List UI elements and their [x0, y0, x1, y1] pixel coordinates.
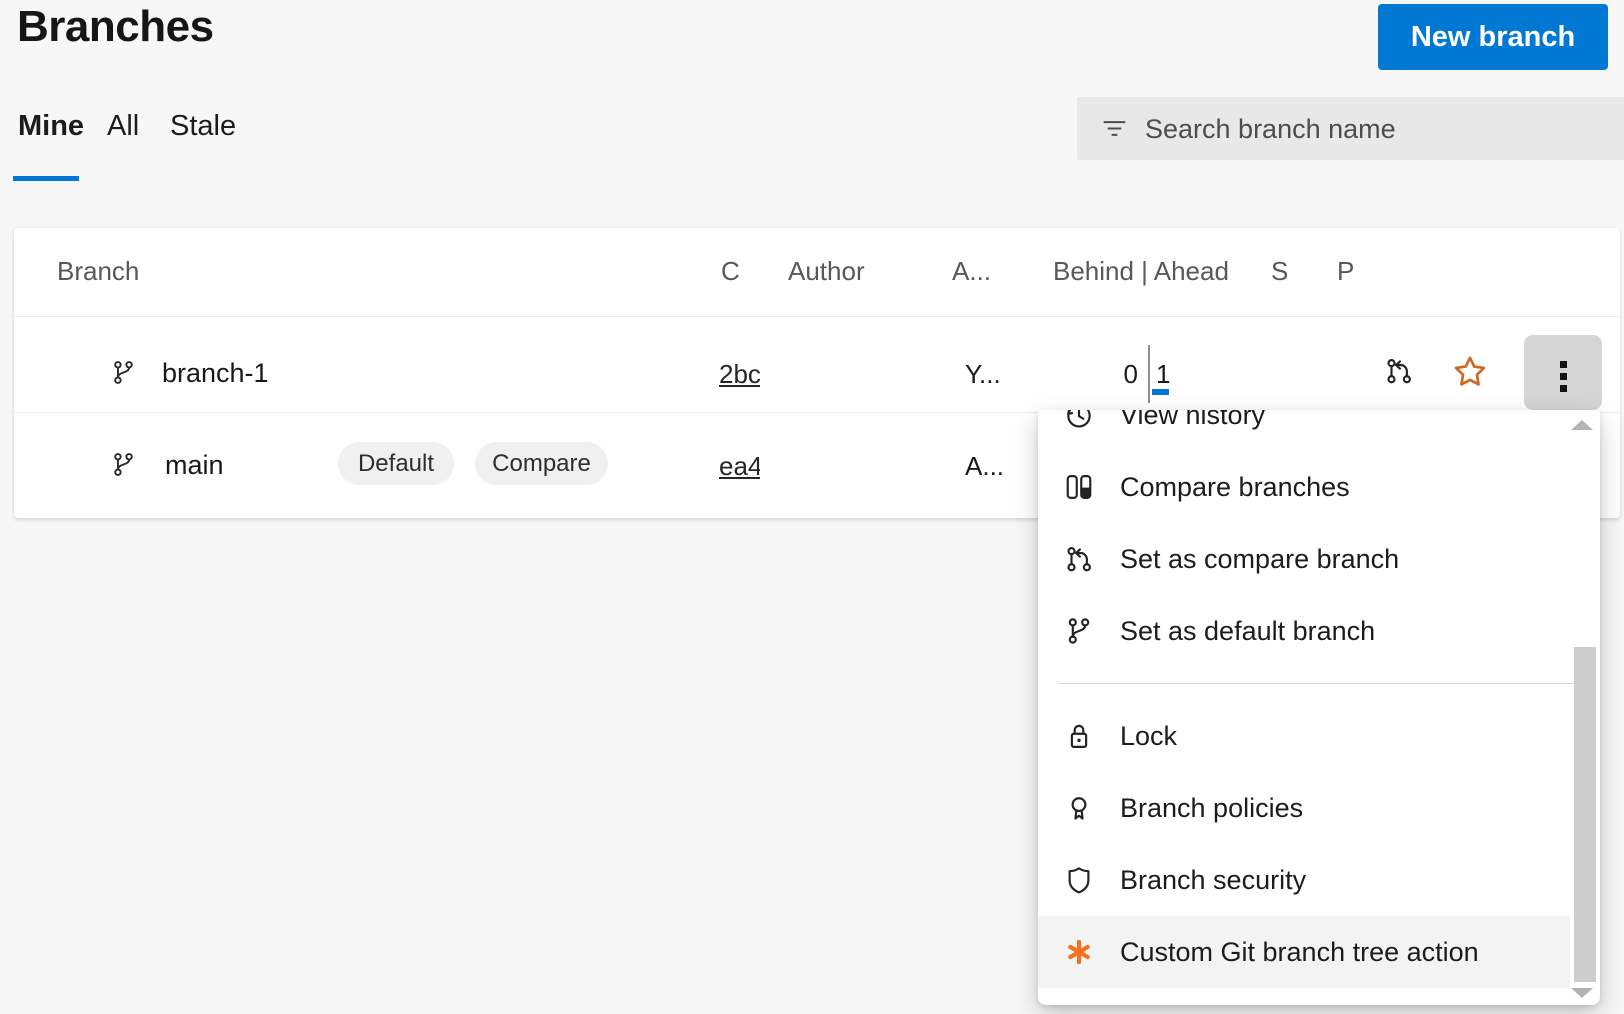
menu-item-label: Branch policies — [1120, 793, 1303, 824]
column-header-author: Author — [788, 256, 865, 287]
menu-item-custom-git-branch-tree-action[interactable]: Custom Git branch tree action — [1038, 916, 1570, 988]
tab-mine[interactable]: Mine — [18, 110, 84, 143]
branch-context-menu: View history Compare branches Set as com… — [1038, 410, 1600, 1005]
default-badge: Default — [338, 442, 454, 485]
menu-item-branch-policies[interactable]: Branch policies — [1038, 772, 1570, 844]
tab-stale[interactable]: Stale — [170, 110, 236, 143]
scroll-up-arrow[interactable] — [1571, 420, 1593, 430]
menu-scrollbar-thumb[interactable] — [1574, 647, 1596, 982]
asterisk-icon — [1064, 937, 1094, 967]
branch-search-box — [1077, 97, 1624, 160]
column-header-authored-date: A... — [952, 256, 991, 287]
new-branch-button[interactable]: New branch — [1378, 4, 1608, 70]
menu-item-lock[interactable]: Lock — [1038, 700, 1570, 772]
git-branch-icon — [110, 451, 137, 478]
header-divider — [14, 316, 1620, 317]
menu-item-branch-security[interactable]: Branch security — [1038, 844, 1570, 916]
menu-item-label: Set as compare branch — [1120, 544, 1399, 575]
search-input[interactable] — [1143, 97, 1607, 162]
ahead-bar — [1152, 389, 1169, 395]
git-branch-icon — [1064, 616, 1094, 646]
column-header-pull-request: P — [1337, 256, 1354, 287]
branch-name-link[interactable]: main — [165, 450, 224, 481]
branches-page: Branches New branch Mine All Stale Branc… — [0, 0, 1624, 1014]
compare-branches-icon — [1064, 472, 1094, 502]
menu-item-set-default-branch[interactable]: Set as default branch — [1038, 595, 1570, 667]
more-options-button[interactable] — [1524, 335, 1602, 410]
column-header-behind-ahead: Behind | Ahead — [1053, 256, 1229, 287]
favorite-star-icon[interactable] — [1452, 354, 1488, 390]
context-menu-list: View history Compare branches Set as com… — [1038, 410, 1600, 988]
menu-item-label: View history — [1120, 410, 1265, 431]
dot — [1560, 373, 1567, 380]
commit-link[interactable]: 2bc — [719, 359, 760, 390]
policies-ribbon-icon — [1064, 793, 1094, 823]
set-compare-branch-action[interactable] — [1384, 356, 1414, 386]
dot — [1560, 361, 1567, 368]
menu-item-label: Compare branches — [1120, 472, 1350, 503]
column-header-branch: Branch — [57, 256, 139, 287]
shield-icon — [1064, 865, 1094, 895]
menu-item-set-compare-branch[interactable]: Set as compare branch — [1038, 523, 1570, 595]
column-header-commit: C — [721, 256, 740, 287]
branch-name-link[interactable]: branch-1 — [162, 358, 269, 389]
menu-item-label: Lock — [1120, 721, 1177, 752]
filter-icon — [1101, 115, 1128, 142]
commit-link[interactable]: ea4 — [719, 451, 760, 482]
scroll-down-arrow[interactable] — [1571, 988, 1593, 998]
ahead-count: 1 — [1156, 359, 1170, 390]
menu-item-label: Set as default branch — [1120, 616, 1375, 647]
column-header-status: S — [1271, 256, 1288, 287]
menu-divider — [1058, 683, 1580, 684]
set-compare-branch-icon — [1064, 544, 1094, 574]
menu-item-view-history[interactable]: View history — [1038, 410, 1570, 451]
menu-item-label: Branch security — [1120, 865, 1306, 896]
dot — [1560, 385, 1567, 392]
menu-item-label: Custom Git branch tree action — [1120, 937, 1479, 968]
author-cell: Y... — [965, 359, 1001, 390]
behind-count: 0 — [1122, 359, 1138, 390]
page-title: Branches — [17, 2, 214, 52]
author-cell: A... — [965, 451, 1004, 482]
menu-item-compare-branches[interactable]: Compare branches — [1038, 451, 1570, 523]
behind-ahead-divider — [1148, 345, 1150, 403]
lock-icon — [1064, 721, 1094, 751]
git-branch-icon — [110, 359, 137, 386]
compare-badge: Compare — [475, 442, 608, 485]
active-tab-indicator — [13, 176, 79, 181]
tab-all[interactable]: All — [107, 110, 139, 143]
history-icon — [1064, 410, 1094, 430]
